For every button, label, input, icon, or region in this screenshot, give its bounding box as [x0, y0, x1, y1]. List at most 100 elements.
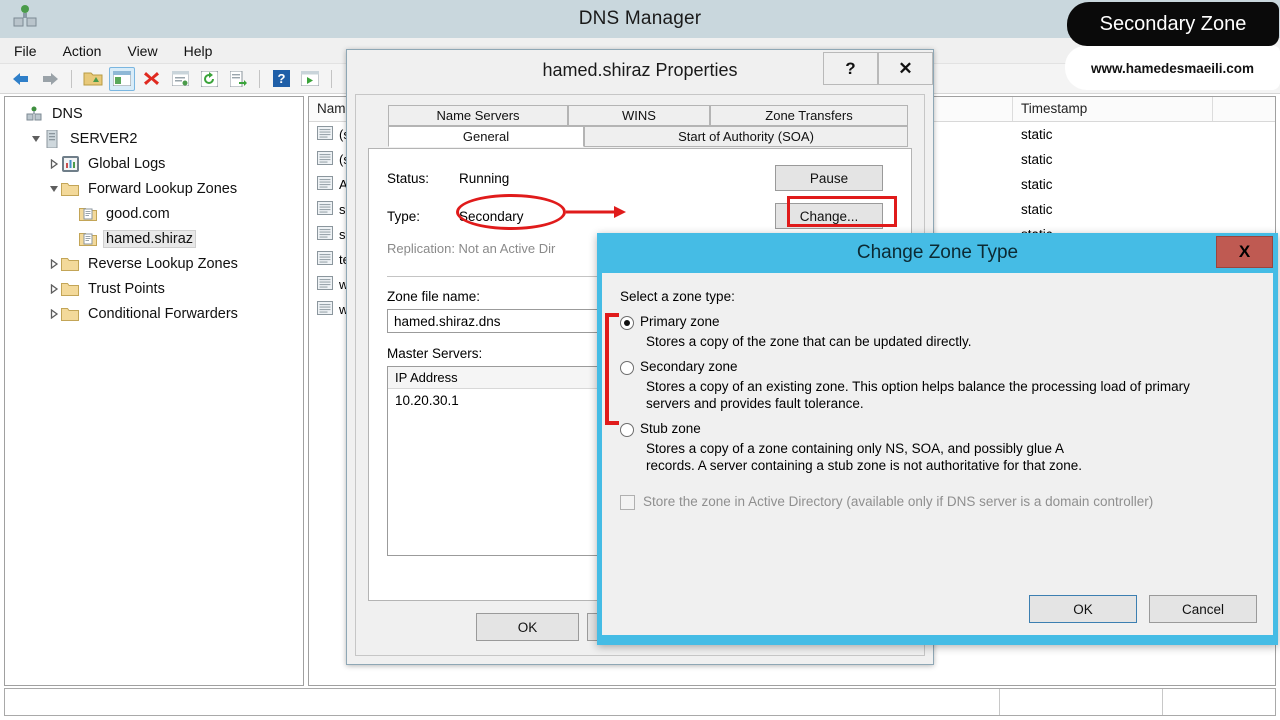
delete-icon[interactable] — [138, 67, 164, 91]
server-icon — [43, 129, 61, 148]
radio-primary-zone-indicator[interactable] — [620, 316, 634, 330]
type-label: Type: — [387, 208, 421, 224]
tree-item-label: Global Logs — [88, 155, 166, 172]
radio-option-secondary-zone[interactable]: Secondary zone — [620, 359, 1255, 375]
dns-record-icon — [317, 201, 333, 218]
type-row: Type: Secondary Change... — [387, 203, 895, 229]
record-timestamp-cell: static — [1021, 127, 1053, 142]
column-header-timestamp[interactable]: Timestamp — [1013, 97, 1213, 121]
svg-text:?: ? — [277, 71, 285, 86]
menu-file[interactable]: File — [14, 43, 37, 59]
watermark: Secondary Zone www.hamedesmaeili.com — [1055, 0, 1280, 92]
menu-action[interactable]: Action — [63, 43, 102, 59]
tree-item-label: hamed.shiraz — [103, 229, 197, 248]
folder-icon — [61, 305, 79, 323]
properties-icon[interactable] — [167, 67, 193, 91]
dns-record-icon — [317, 151, 333, 168]
radio-secondary-zone-label: Secondary zone — [640, 359, 738, 374]
dns-record-icon — [317, 226, 333, 243]
record-timestamp-cell: static — [1021, 177, 1053, 192]
properties-ok-button[interactable]: OK — [476, 613, 579, 641]
status-row: Status: Running Pause — [387, 165, 895, 191]
radio-primary-zone-label: Primary zone — [640, 314, 720, 329]
twisty-collapsed-icon[interactable] — [47, 158, 61, 169]
twisty-expanded-icon[interactable] — [29, 134, 43, 144]
help-button[interactable]: ? — [823, 52, 878, 85]
store-in-active-directory-label: Store the zone in Active Directory (avai… — [643, 494, 1154, 509]
tree-item-good-com[interactable]: good.com — [5, 201, 303, 226]
status-segment-main — [5, 689, 1000, 715]
store-in-active-directory-row: Store the zone in Active Directory (avai… — [620, 494, 1255, 510]
change-zone-type-ok-button[interactable]: OK — [1029, 595, 1137, 623]
radio-option-primary-zone[interactable]: Primary zone — [620, 314, 1255, 330]
radio-secondary-zone-indicator[interactable] — [620, 361, 634, 375]
primary-zone-description: Stores a copy of the zone that can be up… — [646, 334, 972, 349]
console-tree-pane[interactable]: DNS SERVER2 Global Logs Forward Lookup Zone… — [4, 96, 304, 686]
run-icon[interactable] — [297, 67, 323, 91]
change-zone-type-button[interactable]: Change... — [775, 203, 883, 229]
tab-start-of-authority[interactable]: Start of Authority (SOA) — [584, 126, 908, 147]
change-zone-type-cancel-button[interactable]: Cancel — [1149, 595, 1257, 623]
status-segment-2 — [1000, 689, 1163, 715]
tree-item-trust-points[interactable]: Trust Points — [5, 276, 303, 301]
change-zone-type-body: Select a zone type: Primary zone Stores … — [602, 273, 1273, 635]
twisty-collapsed-icon[interactable] — [47, 283, 61, 294]
change-zone-type-footer: OK Cancel — [1029, 595, 1257, 623]
tab-zone-transfers[interactable]: Zone Transfers — [710, 105, 908, 126]
status-value: Running — [459, 170, 510, 186]
dns-record-icon — [317, 301, 333, 318]
help-icon[interactable]: ? — [268, 67, 294, 91]
tree-item-server2[interactable]: SERVER2 — [5, 126, 303, 151]
watermark-url-badge: www.hamedesmaeili.com — [1065, 46, 1280, 90]
tab-name-servers[interactable]: Name Servers — [388, 105, 568, 126]
close-icon[interactable]: ✕ — [878, 52, 933, 85]
toolbar-separator-3 — [331, 69, 332, 88]
show-hide-tree-icon[interactable] — [109, 66, 135, 91]
record-timestamp-cell: static — [1021, 152, 1053, 167]
up-folder-icon[interactable] — [80, 67, 106, 91]
tree-item-label: good.com — [106, 205, 170, 222]
tree-item-reverse-lookup-zones[interactable]: Reverse Lookup Zones — [5, 251, 303, 276]
status-segment-3 — [1163, 689, 1275, 715]
stub-zone-description: Stores a copy of a zone containing only … — [646, 441, 1083, 473]
pause-button[interactable]: Pause — [775, 165, 883, 191]
tree-item-forward-lookup-zones[interactable]: Forward Lookup Zones — [5, 176, 303, 201]
dns-record-icon — [317, 126, 333, 143]
refresh-icon[interactable] — [196, 67, 222, 91]
tree-item-dns[interactable]: DNS — [5, 101, 303, 126]
menu-view[interactable]: View — [127, 43, 157, 59]
zone-type-prompt: Select a zone type: — [620, 289, 735, 304]
twisty-collapsed-icon[interactable] — [47, 308, 61, 319]
forward-arrow-icon[interactable] — [37, 67, 63, 91]
close-icon[interactable]: X — [1216, 236, 1273, 268]
radio-stub-zone-label: Stub zone — [640, 421, 701, 436]
dns-record-icon — [317, 276, 333, 293]
tree-item-label: Conditional Forwarders — [88, 305, 238, 322]
tab-general[interactable]: General — [388, 126, 584, 147]
radio-option-stub-zone[interactable]: Stub zone — [620, 421, 1255, 437]
tree-item-conditional-forwarders[interactable]: Conditional Forwarders — [5, 301, 303, 326]
folder-icon — [61, 255, 79, 273]
type-value: Secondary — [459, 208, 524, 224]
twisty-collapsed-icon[interactable] — [47, 258, 61, 269]
zone-icon — [79, 230, 97, 248]
dns-server-icon — [12, 4, 38, 32]
dns-root-icon — [25, 105, 43, 123]
back-arrow-icon[interactable] — [8, 67, 34, 91]
properties-tabstrip: Name Servers WINS Zone Transfers General… — [368, 105, 912, 149]
tree-item-label: SERVER2 — [70, 130, 138, 147]
tree-item-hamed-shiraz[interactable]: hamed.shiraz — [5, 226, 303, 251]
status-label: Status: — [387, 170, 430, 186]
tab-wins[interactable]: WINS — [568, 105, 710, 126]
store-in-active-directory-checkbox — [620, 495, 635, 510]
tree-item-global-logs[interactable]: Global Logs — [5, 151, 303, 176]
toolbar-separator — [71, 69, 72, 88]
radio-stub-zone-indicator[interactable] — [620, 423, 634, 437]
change-zone-type-dialog[interactable]: Change Zone Type X Select a zone type: P… — [597, 233, 1278, 645]
page-title: DNS Manager — [578, 8, 702, 29]
menu-help[interactable]: Help — [184, 43, 213, 59]
watermark-heading-badge: Secondary Zone — [1067, 2, 1279, 46]
twisty-expanded-icon[interactable] — [47, 184, 61, 194]
status-bar — [4, 688, 1276, 716]
export-list-icon[interactable] — [225, 67, 251, 91]
